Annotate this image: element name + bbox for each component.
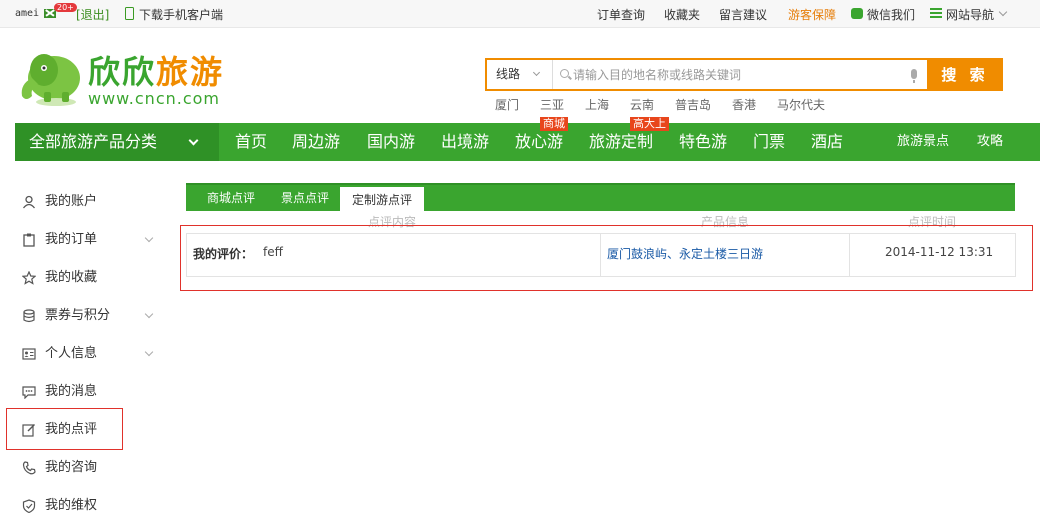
hot-destination-link[interactable]: 云南 <box>630 96 654 113</box>
coins-icon <box>23 309 35 323</box>
nav-item-home[interactable]: 首页 <box>235 123 267 161</box>
tab-mall-reviews[interactable]: 商城点评 <box>194 185 268 211</box>
all-categories-label: 全部旅游产品分类 <box>29 132 158 151</box>
sidebar-item-label: 我的咨询 <box>45 460 98 475</box>
mail-badge: 20+ <box>54 3 77 12</box>
search-bar: 线路 搜 索 <box>485 58 1003 91</box>
sidebar-item-label: 我的消息 <box>45 384 98 399</box>
elephant-logo-icon[interactable] <box>14 44 84 108</box>
cell-divider <box>849 234 850 276</box>
search-icon <box>560 69 569 78</box>
site-nav-link[interactable]: 网站导航 <box>946 6 994 23</box>
favorites-link[interactable]: 收藏夹 <box>664 6 700 23</box>
logo-url: www.cncn.com <box>88 89 221 108</box>
sidebar-item-reviews[interactable]: 我的点评 <box>22 419 97 441</box>
review-content: feff <box>263 245 283 259</box>
chevron-down-icon[interactable] <box>144 233 154 243</box>
nav-item-guides[interactable]: 攻略 <box>977 123 1003 161</box>
all-categories-menu[interactable]: 全部旅游产品分类 <box>15 123 219 161</box>
chevron-down-icon[interactable] <box>144 347 154 357</box>
edit-icon <box>22 424 35 437</box>
microphone-icon[interactable] <box>911 69 917 83</box>
hot-destination-link[interactable]: 香港 <box>732 96 756 113</box>
sidebar-item-rights[interactable]: 我的维权 <box>22 495 97 517</box>
top-bar: amei 20+ [退出] 下载手机客户端 订单查询 收藏夹 留言建议 游客保障… <box>0 0 1040 28</box>
sidebar-item-label: 我的维权 <box>45 498 98 513</box>
search-button[interactable]: 搜 索 <box>927 58 1003 91</box>
hot-destination-link[interactable]: 上海 <box>585 96 609 113</box>
logout-link[interactable]: [退出] <box>76 6 109 23</box>
feedback-link[interactable]: 留言建议 <box>719 6 767 23</box>
nav-item-special[interactable]: 特色游 <box>679 123 727 161</box>
chevron-down-icon[interactable] <box>998 7 1008 17</box>
nav-tag-premium: 高大上 <box>630 117 669 131</box>
chevron-down-icon <box>532 68 541 77</box>
star-icon <box>22 271 36 285</box>
sidebar-item-coupons[interactable]: 票券与积分 <box>22 305 110 327</box>
sidebar-item-label: 我的收藏 <box>45 270 98 285</box>
sidebar-item-profile[interactable]: 个人信息 <box>22 343 97 365</box>
search-input[interactable] <box>573 60 903 89</box>
clipboard-icon <box>23 233 35 247</box>
main-nav: 全部旅游产品分类 首页 周边游 国内游 出境游 放心游 商城 旅游定制 高大上 … <box>15 117 1040 161</box>
sidebar-item-messages[interactable]: 我的消息 <box>22 381 97 403</box>
nav-item-nearby[interactable]: 周边游 <box>292 123 340 161</box>
product-link[interactable]: 厦门鼓浪屿、永定土楼三日游 <box>607 245 763 262</box>
logo-text-part2: 旅游 <box>156 53 225 91</box>
logo-text[interactable]: 欣欣旅游 <box>88 52 224 92</box>
search-type-value: 线路 <box>496 67 521 81</box>
nav-item-domestic[interactable]: 国内游 <box>367 123 415 161</box>
cell-divider <box>600 234 601 276</box>
sidebar-item-label: 个人信息 <box>45 346 98 361</box>
sidebar-item-label: 我的账户 <box>45 194 98 209</box>
nav-item-hotel[interactable]: 酒店 <box>811 123 843 161</box>
menu-icon <box>930 8 942 18</box>
sidebar-item-inquiries[interactable]: 我的咨询 <box>22 457 97 479</box>
hot-destination-link[interactable]: 普吉岛 <box>675 96 711 113</box>
review-tabs: 商城点评 景点点评 定制游点评 <box>186 183 1015 213</box>
shield-icon <box>22 499 36 513</box>
message-icon <box>22 386 36 399</box>
username[interactable]: amei <box>15 8 39 19</box>
user-icon <box>22 195 36 209</box>
sidebar-item-account[interactable]: 我的账户 <box>22 191 97 213</box>
sidebar-item-label: 我的订单 <box>45 232 98 247</box>
tourist-protection-link[interactable]: 游客保障 <box>788 6 836 23</box>
nav-item-attractions[interactable]: 旅游景点 <box>897 123 949 161</box>
hot-destination-link[interactable]: 三亚 <box>540 96 564 113</box>
sidebar-item-favorites[interactable]: 我的收藏 <box>22 267 97 289</box>
chevron-down-icon <box>188 135 199 146</box>
sidebar-item-label: 票券与积分 <box>45 308 111 323</box>
nav-tag-mall: 商城 <box>540 117 568 131</box>
chevron-down-icon[interactable] <box>144 309 154 319</box>
review-label: 我的评价： <box>193 247 254 261</box>
hot-destination-link[interactable]: 马尔代夫 <box>777 96 825 113</box>
wechat-icon <box>851 8 863 19</box>
phone-icon <box>22 461 36 475</box>
nav-item-tickets[interactable]: 门票 <box>753 123 785 161</box>
sidebar-item-orders[interactable]: 我的订单 <box>22 229 97 251</box>
order-query-link[interactable]: 订单查询 <box>597 6 645 23</box>
review-time: 2014-11-12 13:31 <box>885 245 994 259</box>
id-card-icon <box>22 348 36 360</box>
sidebar-item-label: 我的点评 <box>45 422 98 437</box>
table-row: 我的评价： feff 厦门鼓浪屿、永定土楼三日游 2014-11-12 13:3… <box>186 233 1016 277</box>
nav-item-outbound[interactable]: 出境游 <box>441 123 489 161</box>
hot-destination-link[interactable]: 厦门 <box>495 96 519 113</box>
phone-icon <box>125 7 134 20</box>
download-app-link[interactable]: 下载手机客户端 <box>139 6 223 23</box>
search-type-select[interactable]: 线路 <box>487 60 553 89</box>
tab-attraction-reviews[interactable]: 景点点评 <box>268 185 342 211</box>
wechat-link[interactable]: 微信我们 <box>867 6 915 23</box>
logo-text-part1: 欣欣 <box>88 53 157 91</box>
tab-custom-tour-reviews[interactable]: 定制游点评 <box>340 187 424 213</box>
